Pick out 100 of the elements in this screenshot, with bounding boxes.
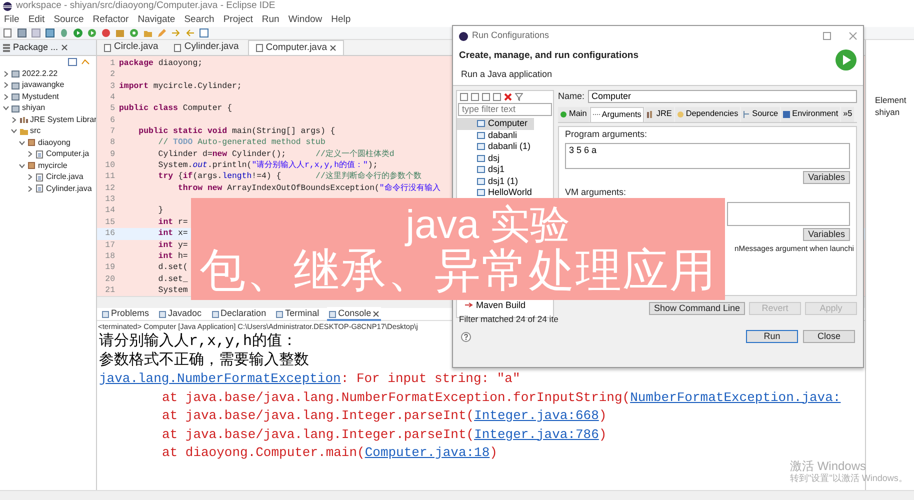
dialog-tab[interactable]: Main [558, 106, 589, 122]
configuration-item[interactable]: HelloWorld [457, 187, 538, 198]
tab-icon [276, 310, 284, 318]
file-icon [174, 44, 182, 52]
menu-item[interactable]: Run [262, 12, 280, 28]
chevron-down-icon[interactable] [19, 162, 25, 169]
source-link[interactable]: Integer.java:786 [474, 426, 599, 442]
menu-item[interactable]: Help [331, 12, 351, 28]
editor-tab[interactable]: Cylinder.java [167, 40, 246, 55]
name-field[interactable]: Computer [588, 90, 857, 104]
filter-field[interactable]: type filter text [458, 103, 552, 116]
dialog-tab[interactable]: Environment [781, 106, 840, 122]
vm-arguments-field[interactable] [727, 202, 850, 226]
maximize-icon[interactable] [823, 32, 831, 40]
app-logo-icon [459, 32, 468, 40]
stop-icon[interactable] [101, 28, 111, 38]
delete-icon[interactable] [504, 93, 512, 101]
menu-item[interactable]: Navigate [138, 12, 176, 28]
close-icon[interactable] [373, 311, 380, 317]
source-link[interactable]: Computer.java:18 [364, 445, 490, 460]
chevron-right-icon[interactable] [27, 174, 33, 180]
tree-item[interactable]: mycircle [38, 160, 68, 172]
menu-item[interactable]: File [4, 12, 20, 28]
tree-item[interactable]: Cylinder.java [46, 182, 92, 195]
configuration-item[interactable]: dabanli (1) [457, 141, 537, 152]
help-icon[interactable] [461, 332, 471, 342]
play-icon[interactable] [73, 28, 83, 38]
dialog-button[interactable]: Close [803, 330, 855, 343]
source-link[interactable]: java.lang.NumberFormatException [99, 371, 341, 386]
tree-item[interactable]: javawangke [22, 79, 64, 92]
configuration-item[interactable]: dabanli [457, 130, 524, 141]
close-icon[interactable] [330, 45, 336, 51]
file-icon [104, 44, 111, 52]
dialog-button[interactable]: Run [746, 330, 798, 343]
page-icon[interactable] [3, 28, 13, 38]
horizontal-scrollbar[interactable] [0, 490, 914, 500]
play-icon[interactable] [87, 28, 97, 38]
tree-item[interactable]: Computer.ja [46, 148, 90, 160]
panel-tab[interactable]: Console [327, 307, 382, 321]
chevron-right-icon[interactable] [27, 151, 33, 158]
tree-item[interactable]: Circle.java [46, 171, 84, 184]
menu-item[interactable]: Search [184, 12, 214, 28]
menu-item[interactable]: Source [54, 12, 84, 28]
dialog-button[interactable]: Show Command Line [648, 302, 745, 315]
dialog-tab[interactable]: Arguments [590, 106, 644, 122]
configuration-item[interactable]: dsj1 (1) [457, 176, 524, 187]
dialog-tab[interactable]: Dependencies [674, 106, 740, 122]
code-line: public class Computer { [119, 103, 232, 115]
box-icon[interactable] [115, 28, 125, 38]
close-icon[interactable] [61, 44, 68, 51]
configuration-item[interactable]: dsj [457, 152, 506, 164]
filter-icon[interactable] [515, 93, 523, 101]
variables-button[interactable]: Variables [803, 171, 850, 184]
panel-tab[interactable]: Problems [100, 307, 152, 321]
code-line: public static void main(String[] args) { [138, 126, 336, 138]
chevron-right-icon[interactable] [3, 82, 9, 88]
file-icon [256, 44, 263, 52]
dialog-title: Run Configurations [472, 29, 550, 42]
window-icon[interactable] [199, 28, 209, 38]
source-link[interactable]: Integer.java:668 [474, 408, 599, 423]
panel-tab[interactable]: Javadoc [157, 307, 204, 321]
arrow-icon[interactable] [171, 28, 181, 38]
chevron-down-icon[interactable] [19, 140, 25, 146]
arrow-icon [465, 302, 473, 308]
chevron-down-icon[interactable] [3, 105, 9, 112]
panel-tab[interactable]: Terminal [274, 307, 322, 321]
tree-item[interactable]: shiyan [22, 102, 46, 114]
source-link[interactable]: NumberFormatException.java: [630, 390, 841, 404]
chevron-right-icon[interactable] [27, 186, 33, 192]
tree-item[interactable]: 2022.2.22 [22, 68, 58, 80]
square-icon[interactable] [45, 28, 55, 38]
dialog-tab[interactable]: Source [741, 106, 780, 122]
chevron-right-icon[interactable] [3, 94, 9, 100]
outline-item[interactable]: shiyan [875, 107, 900, 117]
configuration-item[interactable]: dsj1 [457, 164, 511, 176]
editor-tab[interactable]: Computer.java [248, 40, 344, 55]
menu-item[interactable]: Project [223, 12, 253, 28]
tree-item[interactable]: Mystudent [22, 90, 59, 103]
window-title: workspace - shiyan/src/diaoyong/Computer.java - Eclipse IDE [16, 0, 276, 14]
arrow-icon[interactable] [185, 28, 195, 38]
menu-item[interactable]: Refactor [92, 12, 129, 28]
dialog-tab[interactable]: JRE [645, 106, 674, 122]
panel-tab[interactable]: Declaration [210, 307, 268, 321]
line-number: 21 [104, 284, 116, 296]
more-tabs-button[interactable]: »5 [841, 106, 854, 122]
menu-item[interactable]: Window [288, 12, 322, 28]
configuration-item[interactable]: Maven Build [457, 300, 532, 311]
configuration-item[interactable]: Computer [457, 118, 534, 130]
collapse-icon[interactable] [68, 58, 77, 66]
chevron-down-icon[interactable] [11, 128, 17, 134]
program-arguments-field[interactable]: 3 5 6 a [565, 143, 850, 170]
folder-icon [19, 126, 28, 136]
tree-item[interactable]: src [30, 125, 41, 138]
editor-tab[interactable]: Circle.java [97, 40, 166, 55]
variables-button[interactable]: Variables [803, 228, 850, 241]
tree-item[interactable]: diaoyong [38, 136, 70, 149]
chevron-right-icon[interactable] [11, 116, 17, 123]
tab-icon [676, 110, 684, 118]
chevron-right-icon[interactable] [3, 70, 9, 77]
menu-item[interactable]: Edit [28, 12, 45, 28]
